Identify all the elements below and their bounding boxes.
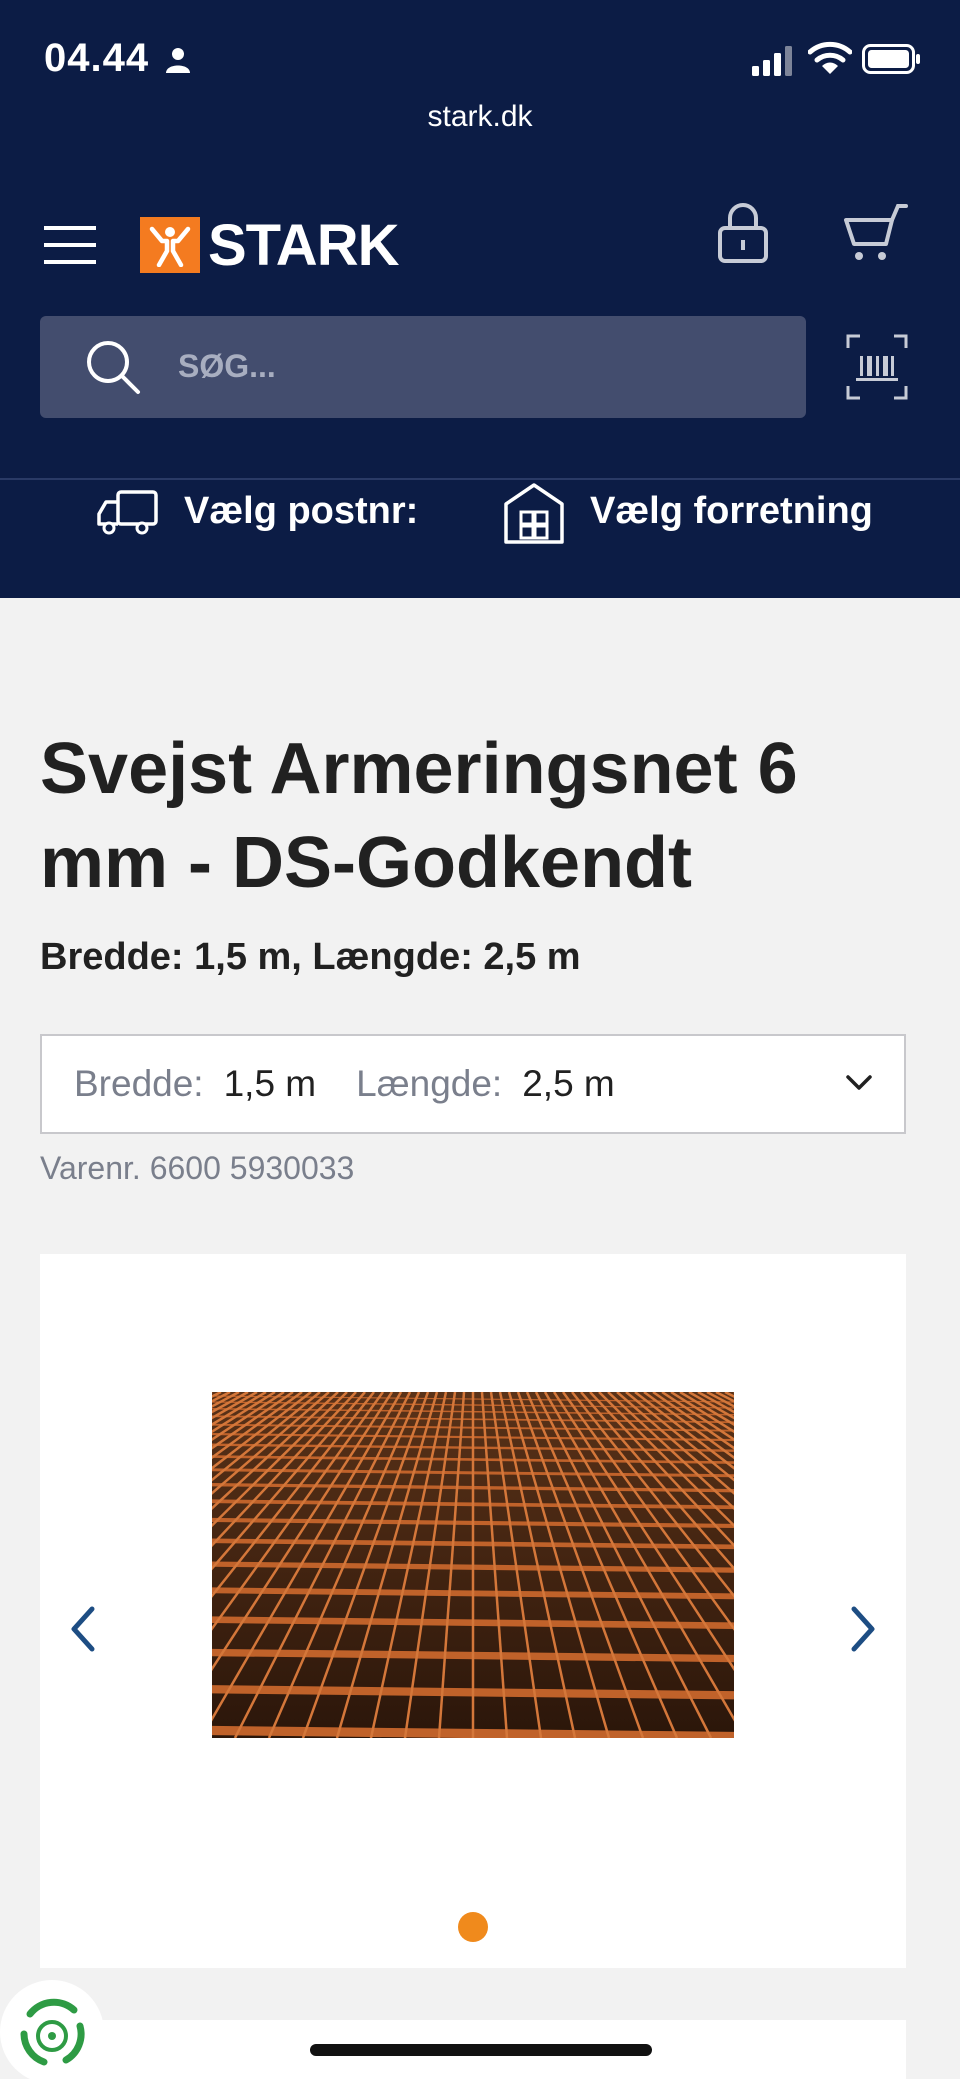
- home-indicator[interactable]: [310, 2044, 652, 2056]
- stark-logo[interactable]: STARK: [140, 213, 399, 278]
- select-postnr-button[interactable]: Vælg postnr:: [184, 490, 418, 533]
- battery-icon: [862, 44, 920, 74]
- person-icon: [166, 48, 190, 73]
- clock: 04.44: [44, 36, 150, 80]
- browser-url[interactable]: stark.dk: [0, 100, 960, 134]
- length-label: Længde:: [356, 1063, 503, 1104]
- barcode-scan-icon[interactable]: [846, 334, 908, 400]
- header-divider: [0, 478, 960, 480]
- brand-name: STARK: [208, 212, 399, 278]
- search-icon: [87, 341, 140, 394]
- eco-badge[interactable]: [0, 1980, 104, 2079]
- select-store-button[interactable]: Vælg forretning: [590, 490, 873, 533]
- recycle-icon: [20, 1998, 85, 2066]
- delivery-truck-icon: [97, 490, 158, 535]
- sku-number: Varenr. 6600 5930033: [40, 1150, 355, 1186]
- image-gallery: [40, 1254, 906, 1968]
- wifi-icon: [808, 41, 852, 74]
- store-icon: [504, 483, 564, 544]
- site-header: 04.44 stark.dk STARK SØG... Vælg postnr:…: [0, 0, 960, 598]
- variant-selector[interactable]: Bredde: 1,5 m Længde: 2,5 m: [40, 1034, 906, 1134]
- cart-icon[interactable]: [842, 200, 908, 266]
- logo-mark-icon: [140, 217, 200, 273]
- lock-icon[interactable]: [716, 200, 770, 264]
- previous-image-arrow-icon[interactable]: [68, 1604, 98, 1654]
- gallery-dot-active[interactable]: [458, 1912, 488, 1942]
- width-value: 1,5 m: [223, 1063, 317, 1104]
- status-bar: 04.44 stark.dk: [0, 0, 960, 133]
- width-label: Bredde:: [74, 1063, 204, 1104]
- search-bar[interactable]: SØG...: [40, 316, 806, 418]
- product-title: Svejst Armeringsnet 6 mm - DS-Godkendt: [40, 729, 798, 903]
- cellular-signal-icon: [752, 46, 792, 76]
- hamburger-menu-icon[interactable]: [40, 220, 100, 270]
- chevron-down-icon: [846, 1075, 872, 1090]
- next-image-arrow-icon[interactable]: [848, 1604, 878, 1654]
- search-input[interactable]: SØG...: [178, 348, 276, 385]
- product-image[interactable]: [212, 1392, 734, 1738]
- product-subtitle: Bredde: 1,5 m, Længde: 2,5 m: [40, 936, 581, 978]
- length-value: 2,5 m: [522, 1063, 615, 1104]
